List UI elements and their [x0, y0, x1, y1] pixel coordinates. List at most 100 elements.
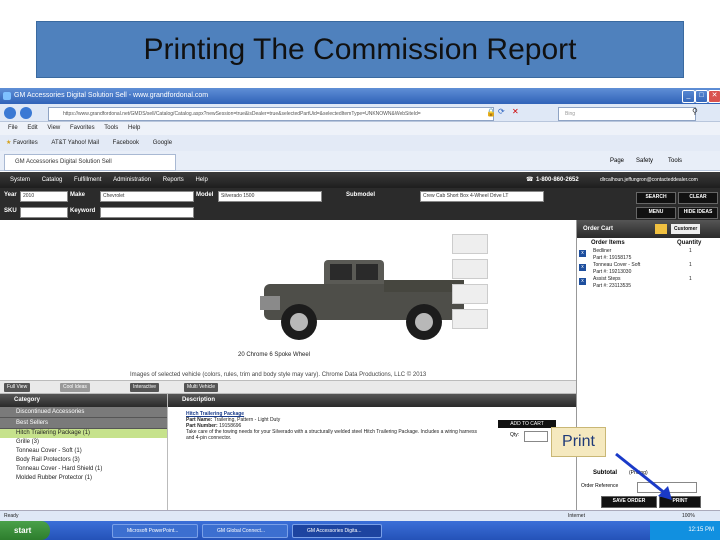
print-callout: Print: [551, 427, 606, 457]
vehicle-display: 20 Chrome 6 Spoke Wheel Images of select…: [0, 220, 576, 380]
refresh-icon[interactable]: ⟳: [498, 107, 505, 116]
full-view-button[interactable]: Full View: [4, 383, 31, 392]
qty-input[interactable]: [524, 431, 548, 442]
remove-item-icon[interactable]: x: [579, 250, 586, 257]
clear-button[interactable]: CLEAR: [678, 192, 718, 204]
tool-tools[interactable]: Tools: [668, 151, 682, 171]
nav-catalog[interactable]: Catalog: [42, 177, 63, 183]
taskbar-item[interactable]: GM Global Connect...: [202, 524, 288, 538]
nav-help[interactable]: Help: [195, 177, 207, 183]
hide-ideas-button[interactable]: HIDE IDEAS: [678, 207, 718, 219]
start-button[interactable]: start: [0, 521, 50, 540]
vehicle-filter-bar: Year 2010 Make Chevrolet Model Silverado…: [0, 188, 720, 220]
nav-fulfillment[interactable]: Fulfillment: [74, 177, 101, 183]
model-label: Model: [196, 192, 214, 198]
search-button[interactable]: SEARCH: [636, 192, 676, 204]
add-to-cart-button[interactable]: ADD TO CART: [498, 420, 556, 428]
remove-item-icon[interactable]: x: [579, 278, 586, 285]
keyword-label: Keyword: [70, 208, 96, 214]
ie-icon: [3, 92, 11, 100]
order-items-column: Order Items: [591, 240, 625, 246]
nav-reports[interactable]: Reports: [163, 177, 184, 183]
quantity-column: Quantity: [677, 240, 702, 246]
menu-edit[interactable]: Edit: [27, 125, 37, 131]
cart-item: x Tonneau Cover - Soft Part #: 19213030 …: [577, 262, 720, 276]
search-input[interactable]: Bing: [558, 107, 696, 121]
category-item[interactable]: Body Rail Protectors (3): [0, 456, 167, 465]
cart-item-qty: 1: [689, 262, 692, 268]
category-item[interactable]: Grille (3): [0, 438, 167, 447]
menu-favorites[interactable]: Favorites: [70, 125, 95, 131]
cool-ideas-button[interactable]: Cool Ideas: [60, 383, 90, 392]
maximize-button[interactable]: □: [695, 90, 708, 103]
address-bar[interactable]: https://www.grandfordonal.net/GMDS/sell/…: [48, 107, 494, 121]
image-disclaimer: Images of selected vehicle (colors, rule…: [130, 372, 427, 378]
arrow-icon: [615, 452, 672, 500]
multi-vehicle-button[interactable]: Multi Vehicle: [184, 383, 219, 392]
user-email: dlrcalhoun.jeffungron@contacteddealer.co…: [600, 177, 698, 183]
tool-page[interactable]: Page: [610, 151, 624, 171]
make-select[interactable]: Chevrolet: [100, 191, 194, 202]
address-row: https://www.grandfordonal.net/GMDS/sell/…: [0, 104, 720, 122]
thumbnail[interactable]: [452, 259, 488, 279]
customer-button[interactable]: Customer: [671, 224, 701, 234]
browser-title-bar: GM Accessories Digital Solution Sell - w…: [0, 88, 720, 104]
tab-row: GM Accessories Digital Solution Sell Pag…: [0, 151, 720, 171]
menu-button[interactable]: MENU: [636, 207, 676, 219]
taskbar-item[interactable]: GM Accessories Digita...: [292, 524, 382, 538]
menu-file[interactable]: File: [8, 125, 18, 131]
taskbar: start Microsoft PowerPoint... GM Global …: [0, 521, 720, 540]
submodel-select[interactable]: Crew Cab Short Box 4-Wheel Drive LT: [420, 191, 544, 202]
cart-item: x Assist Steps Part #: 23113535 1: [577, 276, 720, 290]
favorite-link-facebook[interactable]: Facebook: [113, 140, 139, 146]
window-title: GM Accessories Digital Solution Sell - w…: [14, 92, 209, 99]
favorite-link-google[interactable]: Google: [153, 140, 172, 146]
thumbnail[interactable]: [452, 309, 488, 329]
cart-item-part: Part #: 19158175: [593, 255, 632, 261]
favorites-bar: ★ Favorites AT&T Yahoo! Mail Facebook Go…: [0, 135, 720, 151]
close-button[interactable]: ✕: [708, 90, 720, 103]
category-item[interactable]: Tonneau Cover - Soft (1): [0, 447, 167, 456]
nav-administration[interactable]: Administration: [113, 177, 151, 183]
wheel-caption: 20 Chrome 6 Spoke Wheel: [238, 352, 311, 358]
cart-item-part: Part #: 19213030: [593, 269, 632, 275]
menu-help[interactable]: Help: [128, 125, 140, 131]
back-icon[interactable]: [4, 107, 16, 119]
stop-icon[interactable]: ✕: [512, 107, 519, 116]
year-select[interactable]: 2010: [20, 191, 68, 202]
cart-item-qty: 1: [689, 276, 692, 282]
interactive-button[interactable]: Interactive: [130, 383, 160, 392]
nav-system[interactable]: System: [10, 177, 30, 183]
make-label: Make: [70, 192, 86, 198]
lock-icon[interactable]: 🔒: [486, 108, 496, 117]
category-item[interactable]: Molded Rubber Protector (1): [0, 474, 167, 483]
folder-icon[interactable]: [655, 224, 667, 234]
model-select[interactable]: Silverado 1500: [218, 191, 322, 202]
favorite-link-mail[interactable]: AT&T Yahoo! Mail: [51, 140, 99, 146]
menu-view[interactable]: View: [47, 125, 60, 131]
category-item[interactable]: Tonneau Cover - Hard Shield (1): [0, 465, 167, 474]
taskbar-item[interactable]: Microsoft PowerPoint...: [112, 524, 198, 538]
app-nav-bar: System Catalog Fulfillment Administratio…: [0, 172, 720, 188]
product-description: Take care of the towing needs for your S…: [186, 429, 477, 441]
thumbnail[interactable]: [452, 284, 488, 304]
cart-item-name: Bedliner: [593, 248, 612, 254]
minimize-button[interactable]: _: [682, 90, 695, 103]
search-icon[interactable]: ⚲: [692, 107, 698, 116]
category-item[interactable]: Hitch Trailering Package (1): [0, 429, 167, 438]
favorites-star-icon: ★: [6, 140, 12, 146]
category-group[interactable]: Discontinued Accessories: [0, 407, 167, 418]
slide-title: Printing The Commission Report: [36, 21, 684, 78]
keyword-input[interactable]: [100, 207, 194, 218]
favorites-button[interactable]: Favorites: [13, 140, 38, 146]
sku-input[interactable]: [20, 207, 68, 218]
tool-safety[interactable]: Safety: [636, 151, 653, 171]
forward-icon[interactable]: [20, 107, 32, 119]
menu-tools[interactable]: Tools: [104, 125, 118, 131]
remove-item-icon[interactable]: x: [579, 264, 586, 271]
cart-item-qty: 1: [689, 248, 692, 254]
browser-tab[interactable]: GM Accessories Digital Solution Sell: [4, 154, 176, 171]
thumbnail[interactable]: [452, 234, 488, 254]
category-group[interactable]: Best Sellers: [0, 418, 167, 429]
truck-image: [260, 260, 464, 340]
